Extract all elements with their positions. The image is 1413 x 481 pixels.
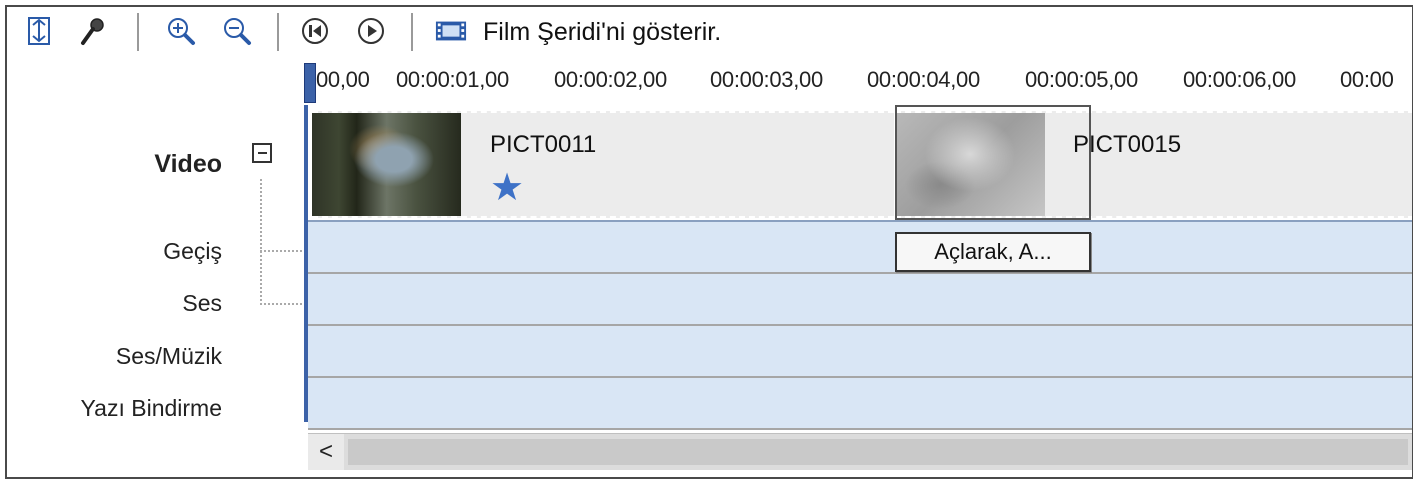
ruler-tick: 00:00 xyxy=(1340,67,1394,92)
playhead[interactable] xyxy=(304,63,316,103)
scroll-left-button[interactable]: < xyxy=(308,434,344,470)
storyboard-toggle-label[interactable]: Film Şeridi'ni gösterir. xyxy=(483,18,721,47)
track-label-video: Video xyxy=(154,150,222,178)
track-label-audio: Ses xyxy=(182,290,222,316)
clip-overlap-frame xyxy=(895,105,1091,220)
toolbar-separator xyxy=(137,13,139,51)
filmstrip-icon[interactable] xyxy=(435,15,467,47)
clip-name: PICT0011 xyxy=(490,131,597,158)
storyboard-toggle-icon[interactable] xyxy=(23,15,55,47)
effect-star-icon: ★ xyxy=(490,167,525,209)
ruler-tick: 00,00 xyxy=(316,67,370,92)
ruler-tick: 00:00:04,00 xyxy=(867,67,980,92)
play-icon[interactable] xyxy=(355,15,387,47)
video-clip-1[interactable]: PICT0011 ★ xyxy=(312,111,894,218)
audio-music-track xyxy=(308,326,1412,378)
ruler-tick: 00:00:02,00 xyxy=(554,67,667,92)
ruler-tick: 00:00:01,00 xyxy=(396,67,509,92)
track-label-audio-music: Ses/Müzik xyxy=(115,343,222,369)
time-ruler[interactable]: 00,00 00:00:01,00 00:00:02,00 00:00:03,0… xyxy=(304,59,1412,106)
tree-connector xyxy=(260,303,302,305)
ruler-tick: 00:00:03,00 xyxy=(710,67,823,92)
title-overlay-track xyxy=(308,378,1412,430)
toolbar-separator xyxy=(411,13,413,51)
collapse-icon[interactable] xyxy=(252,143,272,163)
video-track: PICT0011 ★ PICT0015 xyxy=(308,105,1412,222)
tree-connector xyxy=(260,179,262,305)
clip-thumbnail xyxy=(312,113,461,216)
scroll-thumb[interactable] xyxy=(348,439,1408,465)
track-label-transition: Geçiş xyxy=(163,238,222,264)
toolbar-separator xyxy=(277,13,279,51)
ruler-tick: 00:00:05,00 xyxy=(1025,67,1138,92)
transition-clip[interactable]: Açlarak, A... xyxy=(895,232,1091,272)
narrate-icon[interactable] xyxy=(77,15,109,47)
track-label-title-overlay: Yazı Bindirme xyxy=(80,395,222,421)
audio-track xyxy=(308,274,1412,326)
zoom-in-icon[interactable] xyxy=(165,15,197,47)
timeline-toolbar: Film Şeridi'ni gösterir. xyxy=(7,7,1412,59)
ruler-tick: 00:00:06,00 xyxy=(1183,67,1296,92)
tree-connector xyxy=(260,250,302,252)
timeline-window: Film Şeridi'ni gösterir. 00,00 00:00:01,… xyxy=(5,5,1413,479)
rewind-icon[interactable] xyxy=(299,15,331,47)
horizontal-scrollbar[interactable]: < xyxy=(308,433,1412,470)
transition-track xyxy=(308,222,1412,274)
zoom-out-icon[interactable] xyxy=(221,15,253,47)
